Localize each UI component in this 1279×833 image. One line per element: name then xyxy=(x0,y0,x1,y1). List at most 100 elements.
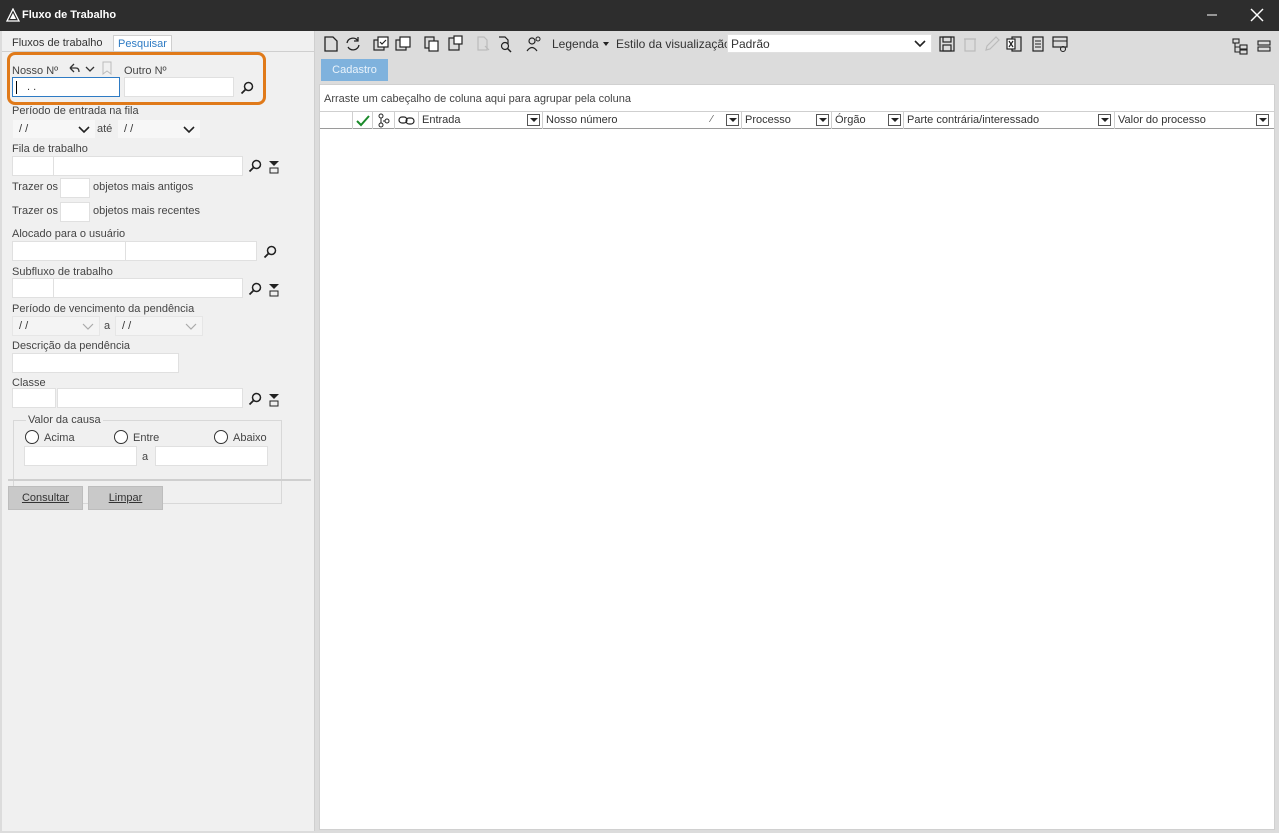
abaixo-label: Abaixo xyxy=(233,432,267,444)
column-link[interactable] xyxy=(395,112,419,129)
legenda-menu[interactable]: Legenda xyxy=(552,37,610,51)
nosso-numero-label: Nosso Nº xyxy=(12,65,59,77)
document-search-icon[interactable] xyxy=(496,35,514,53)
valor-causa-label: Valor da causa xyxy=(26,414,103,426)
classe-name-input[interactable] xyxy=(57,388,243,408)
refresh-icon[interactable] xyxy=(344,35,362,53)
minimize-icon[interactable] xyxy=(1198,5,1226,25)
outro-numero-label: Outro Nº xyxy=(124,65,167,77)
new-document-icon[interactable] xyxy=(322,35,340,53)
tab-fluxos-de-trabalho[interactable]: Fluxos de trabalho xyxy=(8,35,107,52)
valor-max-input[interactable] xyxy=(155,446,268,466)
alocado-usuario-label: Alocado para o usuário xyxy=(12,228,126,240)
column-filter-dropdown[interactable] xyxy=(816,114,829,126)
filter-dropdown-icon[interactable] xyxy=(266,282,282,298)
column-processo[interactable]: Processo xyxy=(742,112,832,129)
column-orgao[interactable]: Órgão xyxy=(832,112,904,129)
descricao-pendencia-input[interactable] xyxy=(12,353,179,373)
acima-label: Acima xyxy=(44,432,75,444)
filter-dropdown-icon[interactable] xyxy=(266,159,282,175)
subfluxo-label: Subfluxo de trabalho xyxy=(12,266,113,278)
chevron-down-icon[interactable] xyxy=(77,124,91,136)
entrada-to-date[interactable]: / / xyxy=(117,119,201,139)
disabled-edit-icon xyxy=(477,36,490,51)
fila-name-input[interactable] xyxy=(53,156,243,176)
chevron-down-icon[interactable] xyxy=(82,61,98,77)
column-filter-dropdown[interactable] xyxy=(1098,114,1111,126)
column-filter-dropdown[interactable] xyxy=(527,114,540,126)
column-nosso-numero[interactable]: Nosso número ⁄ xyxy=(543,112,742,129)
trazer-recentes-suffix: objetos mais recentes xyxy=(93,205,200,217)
column-filter-dropdown[interactable] xyxy=(1256,114,1269,126)
flow-icon xyxy=(378,113,390,128)
search-icon[interactable] xyxy=(247,158,263,174)
subfluxo-name-input[interactable] xyxy=(53,278,243,298)
panel-toggle-icon[interactable] xyxy=(1255,37,1273,55)
nosso-numero-input[interactable]: . . xyxy=(12,77,120,97)
chevron-down-icon[interactable] xyxy=(184,321,198,333)
chevron-down-icon[interactable] xyxy=(913,38,927,50)
consultar-button[interactable]: Consultar xyxy=(8,486,83,510)
trazer-antigos-input[interactable] xyxy=(60,178,90,198)
search-icon[interactable] xyxy=(239,80,255,96)
tab-cadastro[interactable]: Cadastro xyxy=(321,59,388,81)
trash-icon xyxy=(964,38,976,52)
alocado-name-input[interactable] xyxy=(125,241,257,261)
report-icon[interactable] xyxy=(1029,35,1047,53)
valor-min-input[interactable] xyxy=(24,446,137,466)
search-icon[interactable] xyxy=(247,391,263,407)
outro-numero-input[interactable] xyxy=(124,77,234,97)
entrada-from-date[interactable]: / / xyxy=(12,119,96,139)
undo-arrow-icon[interactable] xyxy=(66,61,82,77)
column-check[interactable] xyxy=(353,112,373,129)
valor-a-label: a xyxy=(142,451,149,463)
entre-radio[interactable] xyxy=(114,430,128,444)
column-entrada[interactable]: Entrada xyxy=(419,112,543,129)
bookmark-icon xyxy=(102,61,112,75)
estilo-visualizacao-select[interactable]: Padrão xyxy=(727,34,932,53)
limpar-button[interactable]: Limpar xyxy=(88,486,163,510)
link-icon xyxy=(398,116,415,125)
ate-label: até xyxy=(97,123,113,135)
column-filter-dropdown[interactable] xyxy=(726,114,739,126)
search-icon[interactable] xyxy=(247,281,263,297)
trazer-antigos-prefix: Trazer os xyxy=(12,181,59,193)
vencimento-label: Período de vencimento da pendência xyxy=(12,303,195,315)
fila-code-input[interactable] xyxy=(12,156,54,176)
column-valor-processo[interactable]: Valor do processo xyxy=(1115,112,1274,129)
close-icon[interactable] xyxy=(1243,5,1271,25)
tab-pesquisar[interactable]: Pesquisar xyxy=(113,35,172,52)
save-icon[interactable] xyxy=(938,35,956,53)
column-subflow[interactable] xyxy=(373,112,395,129)
vencimento-to-date[interactable]: / / xyxy=(115,316,203,336)
copy-to-icon[interactable] xyxy=(422,35,440,53)
column-filter-dropdown[interactable] xyxy=(888,114,901,126)
classe-code-input[interactable] xyxy=(12,388,56,408)
grid-header: Entrada Nosso número ⁄ Processo Órgão Pa… xyxy=(320,111,1274,129)
periodo-entrada-label: Período de entrada na fila xyxy=(12,105,139,117)
trazer-recentes-input[interactable] xyxy=(60,202,90,222)
paste-icon[interactable] xyxy=(446,35,464,53)
pencil-icon xyxy=(985,36,1000,51)
duplicate-icon[interactable] xyxy=(394,35,412,53)
fila-trabalho-label: Fila de trabalho xyxy=(12,143,88,155)
column-parte-contraria[interactable]: Parte contrária/interessado xyxy=(904,112,1115,129)
checkmark-icon xyxy=(356,115,370,127)
window-title: Fluxo de Trabalho xyxy=(22,9,117,21)
divider xyxy=(8,479,311,481)
chevron-down-icon[interactable] xyxy=(81,321,95,333)
search-icon[interactable] xyxy=(262,244,278,260)
filter-dropdown-icon[interactable] xyxy=(266,392,282,408)
tree-view-icon[interactable] xyxy=(1231,37,1249,55)
abaixo-radio[interactable] xyxy=(214,430,228,444)
layout-settings-icon[interactable] xyxy=(1051,35,1069,53)
copy-check-icon[interactable] xyxy=(372,35,390,53)
vencimento-from-date[interactable]: / / xyxy=(12,316,100,336)
alocado-code-input[interactable] xyxy=(12,241,126,261)
subfluxo-code-input[interactable] xyxy=(12,278,54,298)
acima-radio[interactable] xyxy=(25,430,39,444)
chevron-down-icon[interactable] xyxy=(182,124,196,136)
descricao-pendencia-label: Descrição da pendência xyxy=(12,340,131,352)
excel-export-icon[interactable] xyxy=(1005,35,1023,53)
users-icon[interactable] xyxy=(525,35,543,53)
